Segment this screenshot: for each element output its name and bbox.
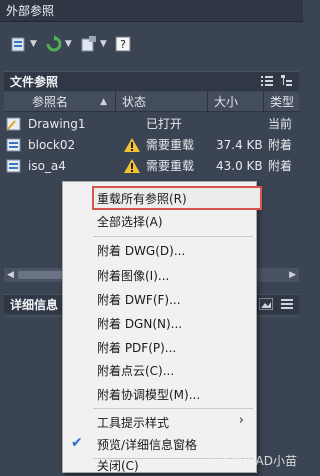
dwg-file-icon <box>6 138 21 151</box>
ref-type: 附着 <box>268 138 293 152</box>
scroll-left-icon[interactable]: ◀ <box>7 270 14 280</box>
file-refs-title: 文件参照 <box>10 75 59 89</box>
file-refs-table: Drawing1 已打开 当前 block02 需要重载 37.4 KB 附着 <box>4 113 299 176</box>
column-header-type[interactable]: 类型 <box>264 92 299 111</box>
menu-item-attach-point-cloud[interactable]: 附着点云(C)... <box>63 359 256 381</box>
menu-item-reload-all[interactable]: 重载所有参照(R) <box>92 186 262 210</box>
window-title-bar: 外部参照 <box>0 0 303 22</box>
menu-separator <box>93 236 253 237</box>
submenu-arrow-icon: › <box>238 413 244 428</box>
details-list-icon[interactable] <box>281 298 293 310</box>
menu-item-attach-coordination-model[interactable]: 附着协调模型(M)... <box>63 383 256 405</box>
ref-status: 已打开 <box>146 117 183 131</box>
warning-icon <box>124 158 140 173</box>
details-title: 详细信息 <box>10 298 59 312</box>
preview-icon[interactable] <box>259 298 273 310</box>
scroll-right-icon[interactable]: ▶ <box>289 270 296 280</box>
drawing-icon <box>6 117 21 130</box>
column-header-name[interactable]: 参照名 ▲ <box>4 92 116 111</box>
menu-item-attach-pdf[interactable]: 附着 PDF(P)... <box>63 336 256 358</box>
change-path-button[interactable]: ▼ <box>78 33 109 55</box>
attach-dwg-icon <box>11 37 25 52</box>
list-view-icon[interactable] <box>261 75 273 87</box>
ref-name: block02 <box>28 137 76 152</box>
refresh-button[interactable]: ▼ <box>43 33 74 55</box>
window-title: 外部参照 <box>6 4 55 18</box>
refresh-icon <box>46 35 62 52</box>
menu-item-attach-dgn[interactable]: 附着 DGN(N)... <box>63 312 256 334</box>
menu-item-attach-dwf[interactable]: 附着 DWF(F)... <box>63 288 256 310</box>
sort-up-icon: ▲ <box>100 96 107 107</box>
column-header-size[interactable]: 大小 <box>208 92 264 111</box>
watermark: 头条号/CAD小苗 <box>207 454 297 468</box>
menu-separator <box>93 408 253 409</box>
toolbar: ▼ ▼ ▼ ? <box>0 22 303 66</box>
ref-status: 需要重载 <box>146 138 195 152</box>
warning-icon <box>124 137 140 152</box>
table-header: 参照名 ▲ 状态 大小 类型 <box>4 92 299 112</box>
help-icon: ? <box>115 36 131 52</box>
menu-item-tooltip-style[interactable]: 工具提示样式 › <box>63 411 256 433</box>
tree-view-icon[interactable] <box>281 75 293 87</box>
ref-size: 43.0 KB <box>216 158 263 173</box>
dropdown-caret-icon[interactable]: ▼ <box>65 39 72 49</box>
file-refs-header: 文件参照 <box>4 71 299 91</box>
help-button[interactable]: ? <box>113 33 133 55</box>
ref-name: Drawing1 <box>28 116 86 131</box>
table-row[interactable]: iso_a4 需要重载 43.0 KB 附着 <box>4 155 299 176</box>
context-menu: 重载所有参照(R) 全部选择(A) 附着 DWG(D)... 附着图像(I)..… <box>62 181 262 473</box>
dropdown-caret-icon[interactable]: ▼ <box>100 39 107 49</box>
ref-type: 当前 <box>268 117 293 131</box>
ref-status: 需要重载 <box>146 159 195 173</box>
menu-item-attach-image[interactable]: 附着图像(I)... <box>63 264 256 286</box>
menu-item-attach-dwg[interactable]: 附着 DWG(D)... <box>63 239 256 261</box>
column-header-status[interactable]: 状态 <box>116 92 208 111</box>
menu-item-select-all[interactable]: 全部选择(A) <box>63 210 256 232</box>
ref-name: iso_a4 <box>28 158 66 173</box>
attach-dwg-button[interactable]: ▼ <box>8 33 39 55</box>
table-row[interactable]: Drawing1 已打开 当前 <box>4 113 299 134</box>
change-path-icon <box>81 36 96 52</box>
checkmark-icon: ✔ <box>71 435 83 451</box>
dropdown-caret-icon[interactable]: ▼ <box>30 39 37 49</box>
ref-type: 附着 <box>268 159 293 173</box>
dwg-file-icon <box>6 159 21 172</box>
svg-text:?: ? <box>120 38 126 51</box>
table-row[interactable]: block02 需要重载 37.4 KB 附着 <box>4 134 299 155</box>
ref-size: 37.4 KB <box>216 137 263 152</box>
